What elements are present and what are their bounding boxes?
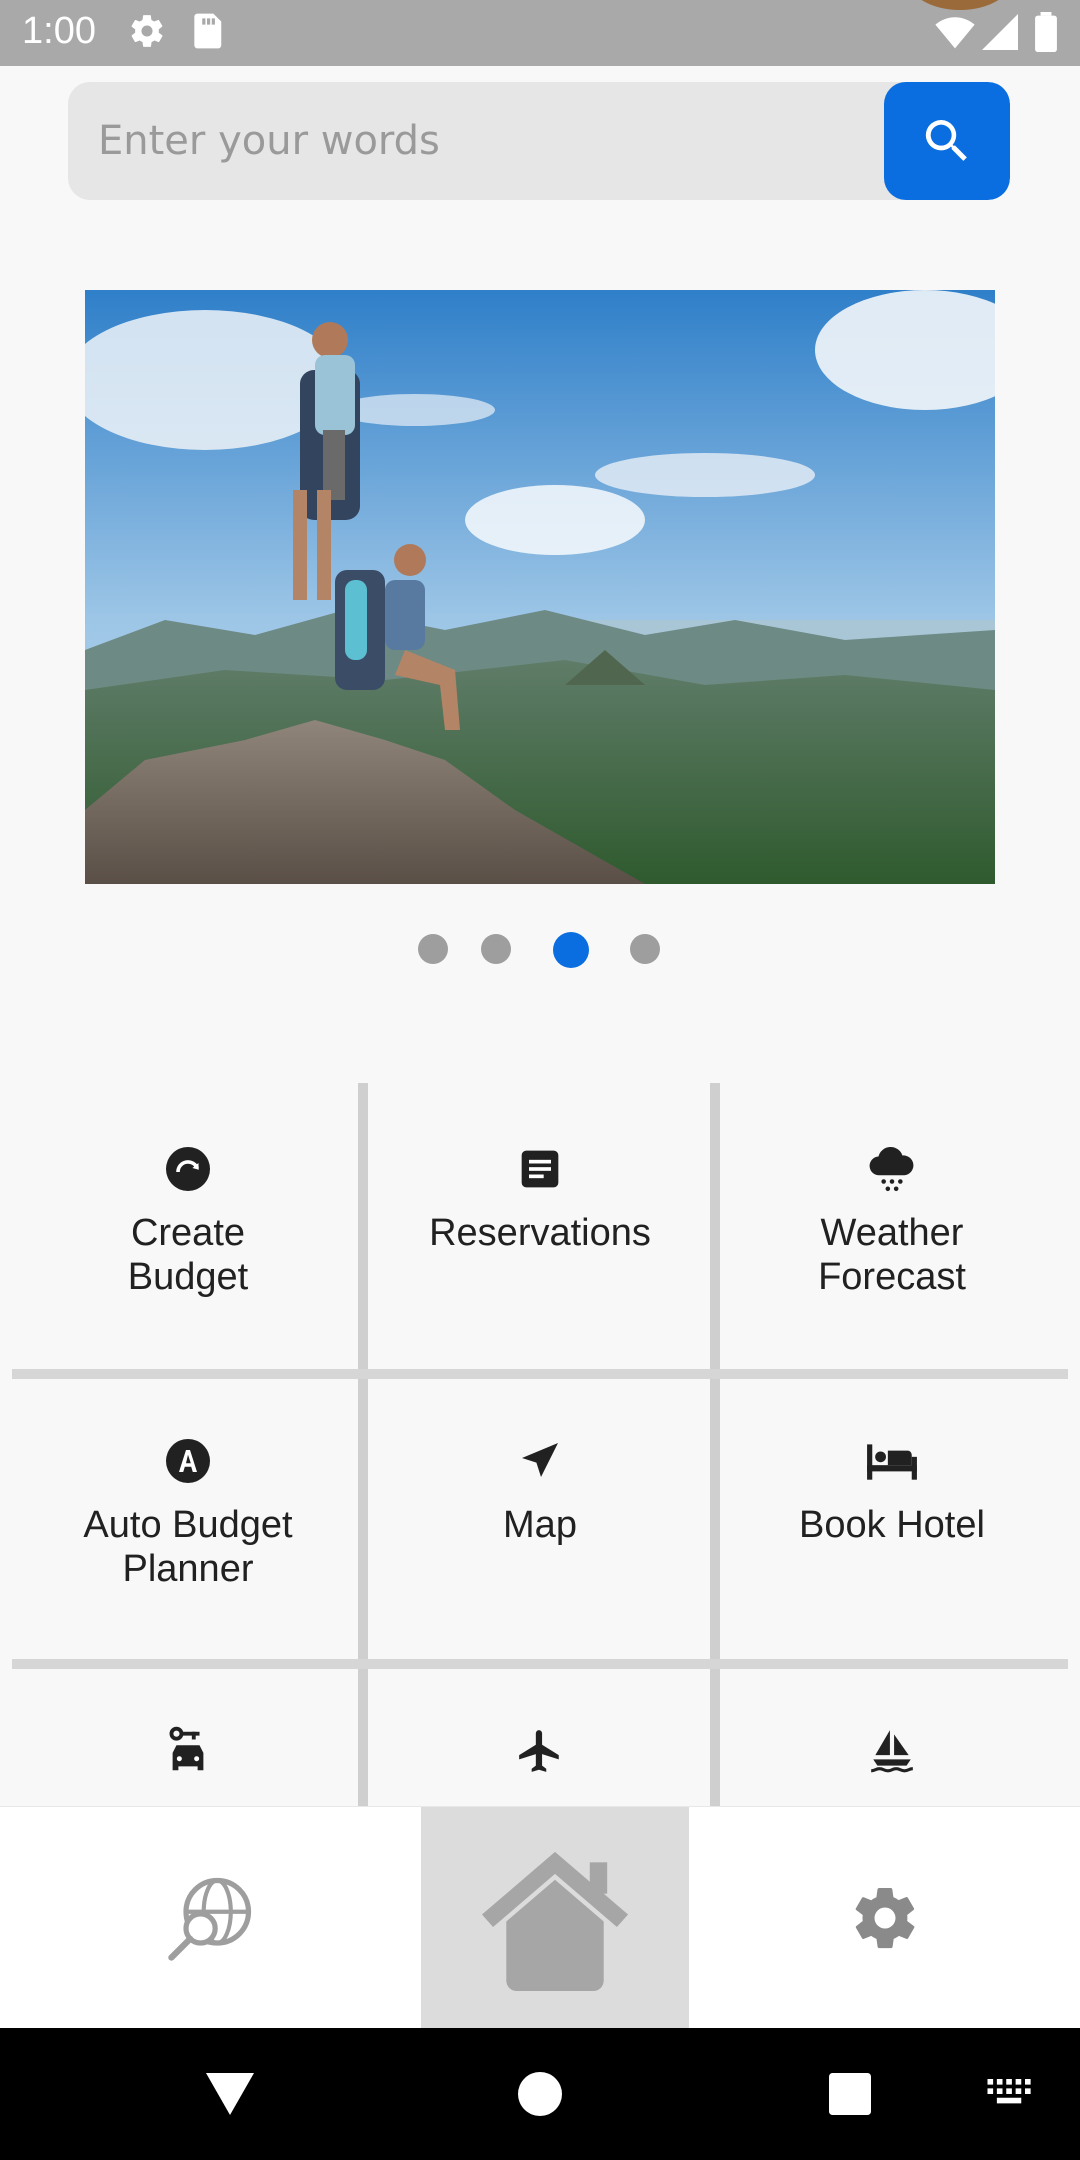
signal-icon xyxy=(982,14,1018,55)
sailboat-icon xyxy=(871,1730,913,1773)
carousel-indicator xyxy=(0,932,1080,968)
carousel-dot-2[interactable] xyxy=(481,934,511,964)
carousel-dot-1[interactable] xyxy=(418,934,448,964)
home-circle-icon xyxy=(518,2072,562,2116)
letter-a-circle-icon xyxy=(166,1439,210,1483)
grid-item-label: Reservations xyxy=(429,1212,651,1254)
status-bar: 1:00 xyxy=(0,0,1080,66)
grid-item-book-hotel[interactable]: Book Hotel xyxy=(722,1375,1062,1655)
grid-item-cruise[interactable] xyxy=(722,1665,1062,1808)
budget-icon xyxy=(166,1147,210,1191)
bottom-navigation xyxy=(0,1806,1080,2029)
grid-item-car-rental[interactable] xyxy=(18,1665,358,1808)
grid-item-flights[interactable] xyxy=(370,1665,710,1808)
grid-item-map[interactable]: Map xyxy=(370,1375,710,1655)
airplane-icon xyxy=(519,1730,559,1772)
sd-card-icon xyxy=(190,12,224,55)
search-icon xyxy=(925,120,967,161)
recents-square-icon xyxy=(829,2073,871,2115)
grid-item-label: Create Budget xyxy=(127,1212,249,1298)
back-button[interactable] xyxy=(180,2028,280,2160)
car-rental-icon xyxy=(169,1726,204,1771)
search-input[interactable] xyxy=(68,82,888,200)
keyboard-button[interactable] xyxy=(960,2028,1060,2160)
status-time: 1:00 xyxy=(22,10,96,52)
nav-settings[interactable] xyxy=(689,1807,1080,2029)
navigation-arrow-icon xyxy=(522,1443,558,1477)
carousel-slide-image[interactable] xyxy=(85,290,995,884)
carousel-dot-4[interactable] xyxy=(630,934,660,964)
wifi-icon xyxy=(935,14,975,55)
search-bar xyxy=(68,82,1010,200)
search-button[interactable] xyxy=(884,82,1010,200)
snow-cloud-icon xyxy=(869,1147,914,1192)
grid-item-label: Map xyxy=(503,1504,577,1546)
grid-item-label: Book Hotel xyxy=(799,1504,985,1546)
carousel-dot-3[interactable] xyxy=(553,932,589,968)
document-icon xyxy=(521,1150,559,1188)
hotel-bed-icon xyxy=(867,1444,917,1480)
grid-divider xyxy=(710,1083,720,1808)
grid-item-label: Weather Forecast xyxy=(818,1212,966,1298)
keyboard-icon xyxy=(987,2079,1031,2104)
battery-icon xyxy=(1034,12,1058,57)
grid-item-label: Auto Budget Planner xyxy=(83,1504,293,1590)
grid-item-create-budget[interactable]: Create Budget xyxy=(18,1083,358,1363)
system-navigation-bar xyxy=(0,2028,1080,2160)
nav-home[interactable] xyxy=(421,1807,689,2029)
globe-search-icon xyxy=(167,1877,251,1961)
grid-item-weather-forecast[interactable]: Weather Forecast xyxy=(722,1083,1062,1363)
grid-item-auto-budget-planner[interactable]: Auto Budget Planner xyxy=(18,1375,358,1655)
settings-gear-status-icon xyxy=(128,12,166,55)
back-triangle-icon xyxy=(206,2073,254,2115)
grid-item-reservations[interactable]: Reservations xyxy=(370,1083,710,1363)
recents-button[interactable] xyxy=(800,2028,900,2160)
grid-divider xyxy=(358,1083,368,1808)
home-button[interactable] xyxy=(490,2028,590,2160)
nav-explore[interactable] xyxy=(0,1807,421,2029)
avatar-peek xyxy=(905,0,1015,10)
feature-grid: Create Budget Reservations Weather Forec… xyxy=(0,1083,1080,1808)
home-icon xyxy=(481,1851,629,1992)
gear-icon xyxy=(855,1887,914,1949)
